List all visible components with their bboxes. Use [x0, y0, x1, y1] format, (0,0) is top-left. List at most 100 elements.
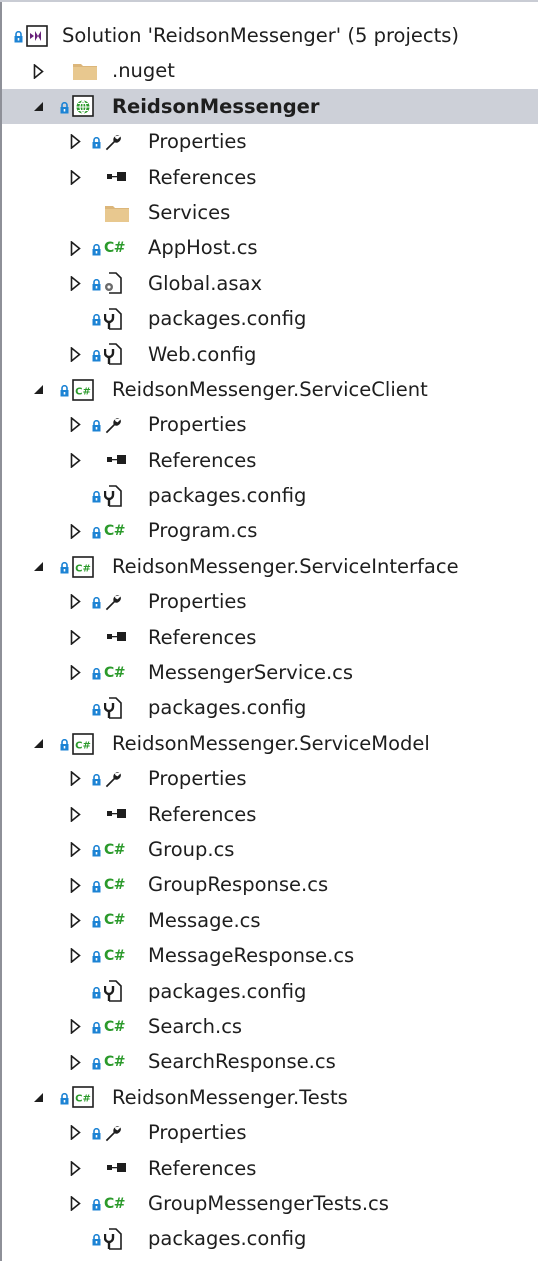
wrench-icon — [92, 761, 122, 796]
collapse-arrow-icon[interactable] — [67, 584, 83, 619]
tree-item-node[interactable]: packages.config — [2, 690, 538, 725]
tree-item-node[interactable]: C# MessageResponse.cs — [2, 938, 538, 973]
tree-item-node[interactable]: Solution 'ReidsonMessenger' (5 projects) — [2, 18, 538, 53]
tree-item-project[interactable]: C# ReidsonMessenger.ServiceClient — [2, 372, 538, 407]
tree-item-node[interactable]: C# Search.cs — [2, 1009, 538, 1044]
solution-icon — [14, 18, 48, 53]
tree-item-label: References — [148, 165, 257, 189]
collapse-arrow-icon[interactable] — [67, 655, 83, 690]
tree-item-node[interactable]: .nuget — [2, 53, 538, 88]
tree-item-node[interactable]: C# Program.cs — [2, 513, 538, 548]
collapse-arrow-icon[interactable] — [67, 938, 83, 973]
tree-item-label: References — [148, 625, 257, 649]
tree-item-node[interactable]: C# MessengerService.cs — [2, 655, 538, 690]
tree-item-node[interactable]: Properties — [2, 584, 538, 619]
collapse-arrow-icon[interactable] — [67, 797, 83, 832]
collapse-arrow-icon[interactable] — [67, 1151, 83, 1186]
csharp-project-icon: C# — [60, 726, 94, 761]
web-project-icon — [60, 89, 94, 124]
source-control-lock-icon — [92, 1228, 101, 1251]
collapse-arrow-icon[interactable] — [67, 230, 83, 265]
source-control-lock-icon — [60, 733, 69, 756]
collapse-arrow-icon[interactable] — [30, 53, 46, 88]
tree-item-node[interactable]: C# GroupResponse.cs — [2, 867, 538, 902]
collapse-arrow-icon[interactable] — [67, 513, 83, 548]
collapse-arrow-icon[interactable] — [67, 761, 83, 796]
collapse-arrow-icon[interactable] — [67, 620, 83, 655]
expand-arrow-icon[interactable] — [30, 89, 46, 124]
tree-item-project[interactable]: C# ReidsonMessenger.ServiceModel — [2, 726, 538, 761]
collapse-arrow-icon[interactable] — [67, 443, 83, 478]
collapse-arrow-icon[interactable] — [67, 160, 83, 195]
csharp-file-icon: C# — [92, 903, 126, 938]
tree-item-label: Properties — [148, 130, 247, 154]
tree-item-node[interactable]: packages.config — [2, 301, 538, 336]
source-control-lock-icon — [92, 485, 101, 508]
tree-item-node[interactable]: Properties — [2, 407, 538, 442]
tree-item-node[interactable]: packages.config — [2, 1221, 538, 1256]
tree-item-project[interactable]: C# ReidsonMessenger.Tests — [2, 1080, 538, 1115]
collapse-arrow-icon[interactable] — [67, 407, 83, 442]
tree-item-node[interactable]: Web.config — [2, 337, 538, 372]
expand-arrow-icon[interactable] — [30, 726, 46, 761]
collapse-arrow-icon[interactable] — [67, 266, 83, 301]
tree-item-node[interactable]: packages.config — [2, 478, 538, 513]
csharp-project-icon: C# — [60, 549, 94, 584]
collapse-arrow-icon[interactable] — [67, 1044, 83, 1079]
tree-item-project[interactable]: C# ReidsonMessenger.ServiceInterface — [2, 549, 538, 584]
tree-item-label: MessageResponse.cs — [148, 944, 355, 968]
collapse-arrow-icon[interactable] — [67, 337, 83, 372]
source-control-lock-icon — [92, 273, 101, 296]
tree-item-node[interactable]: C# SearchResponse.cs — [2, 1044, 538, 1079]
source-control-lock-icon — [92, 238, 101, 261]
csharp-file-icon: C# — [92, 1044, 126, 1079]
csharp-file-icon: C# — [92, 867, 126, 902]
tree-item-node[interactable]: C# Group.cs — [2, 832, 538, 867]
source-control-lock-icon — [60, 1087, 69, 1110]
tree-item-label: Program.cs — [148, 519, 258, 543]
collapse-arrow-icon[interactable] — [67, 1115, 83, 1150]
tree-item-label: Properties — [148, 1121, 247, 1145]
svg-text:C#: C# — [75, 386, 91, 397]
wrench-icon — [92, 407, 122, 442]
tree-item-node[interactable]: C# GroupMessengerTests.cs — [2, 1186, 538, 1221]
collapse-arrow-icon[interactable] — [67, 1009, 83, 1044]
collapse-arrow-icon[interactable] — [67, 124, 83, 159]
source-control-lock-icon — [92, 414, 101, 437]
tree-item-node[interactable]: C# Message.cs — [2, 903, 538, 938]
tree-item-node[interactable]: References — [2, 160, 538, 195]
references-icon — [92, 797, 130, 832]
collapse-arrow-icon[interactable] — [67, 1186, 83, 1221]
tree-item-label: packages.config — [148, 1227, 307, 1251]
tree-item-node[interactable]: References — [2, 797, 538, 832]
source-control-lock-icon — [92, 662, 101, 685]
tree-item-node[interactable]: References — [2, 1151, 538, 1186]
tree-item-node[interactable]: Properties — [2, 1115, 538, 1150]
source-control-lock-icon — [92, 945, 101, 968]
tree-item-label: Properties — [148, 590, 247, 614]
source-control-lock-icon — [60, 556, 69, 579]
solution-explorer-tree[interactable]: Solution 'ReidsonMessenger' (5 projects)… — [2, 18, 538, 1257]
csharp-project-icon: C# — [60, 1080, 94, 1115]
tree-item-label: Search.cs — [148, 1014, 243, 1038]
tree-item-label: Properties — [148, 413, 247, 437]
tree-item-node[interactable]: References — [2, 620, 538, 655]
tree-item-node[interactable]: C# AppHost.cs — [2, 230, 538, 265]
tree-item-node[interactable]: Services — [2, 195, 538, 230]
tree-item-selected[interactable]: ReidsonMessenger — [2, 88, 538, 125]
collapse-arrow-icon[interactable] — [67, 903, 83, 938]
expand-arrow-icon[interactable] — [30, 549, 46, 584]
expand-arrow-icon[interactable] — [30, 1080, 46, 1115]
tree-item-label: Properties — [148, 767, 247, 791]
tree-item-node[interactable]: Properties — [2, 761, 538, 796]
tree-item-node[interactable]: Properties — [2, 124, 538, 159]
tree-item-node[interactable]: References — [2, 443, 538, 478]
collapse-arrow-icon[interactable] — [67, 867, 83, 902]
source-control-lock-icon — [92, 875, 101, 898]
tree-item-node[interactable]: packages.config — [2, 974, 538, 1009]
tree-item-label: packages.config — [148, 979, 307, 1003]
tree-item-node[interactable]: Global.asax — [2, 266, 538, 301]
collapse-arrow-icon[interactable] — [67, 832, 83, 867]
tree-item-label: SearchResponse.cs — [148, 1050, 336, 1074]
expand-arrow-icon[interactable] — [30, 372, 46, 407]
